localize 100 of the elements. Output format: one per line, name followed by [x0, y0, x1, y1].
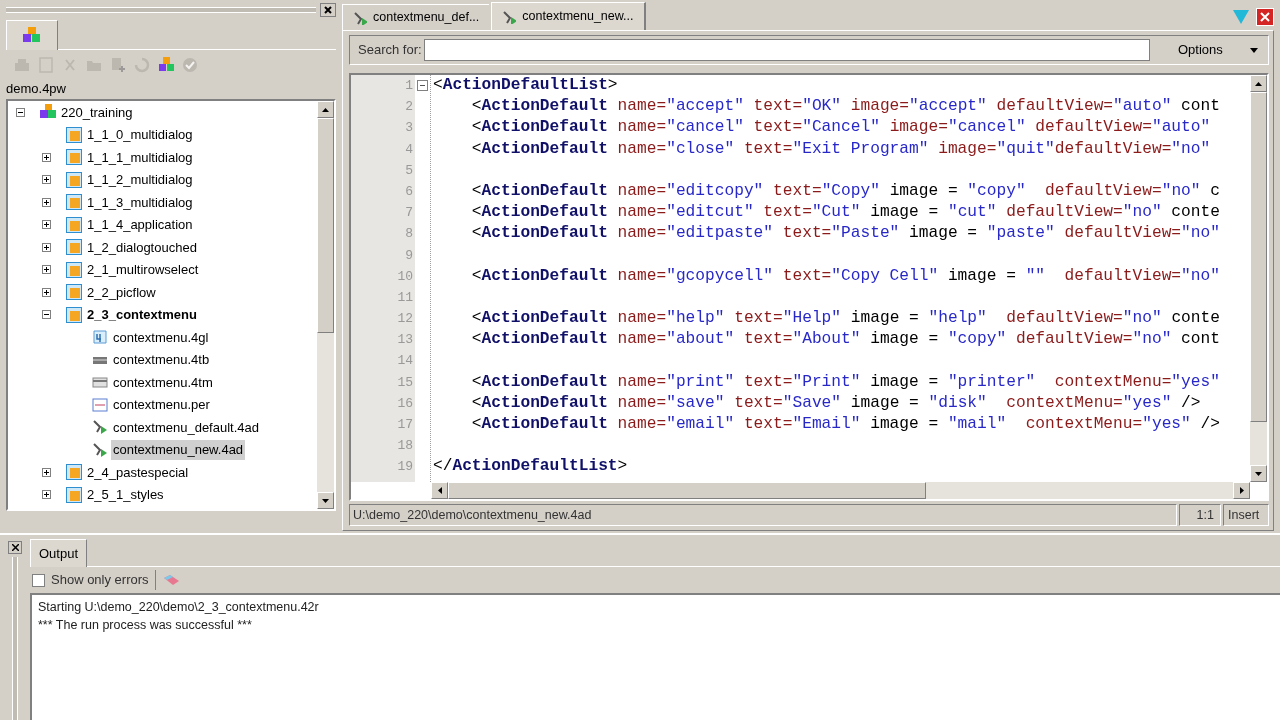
line-number: 9 — [405, 246, 413, 265]
dropdown-icon — [1250, 47, 1258, 53]
tree-item[interactable]: 1_2_dialogtouched — [85, 237, 199, 257]
tree-item[interactable]: 1_1_1_multidialog — [85, 147, 195, 167]
code-line: <ActionDefault name="print" text="Print" image = "printer" contextMenu="yes" — [470, 372, 1220, 391]
search-field[interactable] — [423, 39, 1150, 61]
tree-item[interactable]: 2_3_contextmenu — [85, 305, 199, 325]
line-number: 3 — [405, 119, 413, 138]
horizontal-scrollbar[interactable] — [431, 482, 1250, 499]
code-line: <ActionDefault name="email" text="Email" image = "mail" contextMenu="yes" /> — [470, 415, 1220, 433]
code-line: <ActionDefault name="about" text="About" image = "copy" defaultView="no" cont — [470, 330, 1220, 349]
expand-toggle[interactable] — [42, 220, 51, 230]
scroll-right-button[interactable] — [1233, 482, 1250, 499]
menu-file-icon — [92, 374, 108, 391]
arrow-file-icon — [92, 441, 108, 458]
file-tab[interactable]: contextmenu_def... — [342, 4, 490, 30]
code-editor[interactable] — [349, 73, 1269, 501]
cubes-icon[interactable] — [158, 57, 175, 73]
fold-toggle[interactable] — [417, 80, 428, 91]
scroll-down-button[interactable] — [317, 492, 334, 509]
log-line: *** The run process was successful *** — [38, 617, 252, 634]
folder-icon — [66, 306, 82, 323]
arrow-file-icon — [353, 10, 367, 25]
scroll-thumb[interactable] — [1250, 92, 1267, 422]
tree-item[interactable]: 2_4_pastespecial — [85, 462, 191, 482]
line-number: 17 — [397, 416, 413, 434]
code-line: <ActionDefault name="help" text="Help" image = "help" defaultView="no" conte — [470, 309, 1220, 328]
tree-item[interactable]: 2_2_picflow — [85, 282, 158, 302]
log-line: Starting U:\demo_220\demo\2_3_contextmenu.42r — [38, 599, 319, 616]
line-number: 5 — [405, 161, 413, 180]
scrollbar[interactable] — [317, 101, 334, 509]
scroll-up-button[interactable] — [1250, 75, 1267, 92]
tree-item[interactable]: contextmenu.4tb — [111, 350, 212, 370]
line-number: 16 — [397, 394, 413, 413]
workspace-label: demo.4pw — [6, 80, 67, 98]
up-arrow-icon — [322, 107, 329, 112]
scroll-up-button[interactable] — [317, 101, 334, 118]
code-line: <ActionDefault name="accept" text="OK" image="accept" defaultView="auto" cont — [470, 97, 1220, 116]
form-file-icon — [92, 396, 108, 413]
line-number: 10 — [397, 267, 413, 286]
collapse-toggle[interactable] — [16, 107, 25, 117]
close-button[interactable] — [8, 541, 22, 554]
tree-item[interactable]: 1_1_3_multidialog — [85, 192, 195, 212]
expand-toggle[interactable] — [42, 265, 51, 275]
tree-item[interactable]: 1_1_0_multidialog — [85, 125, 195, 145]
line-number: 14 — [397, 352, 413, 371]
cubes-icon — [22, 26, 42, 45]
down-arrow-icon — [322, 498, 329, 503]
scroll-thumb[interactable] — [317, 118, 334, 333]
folder-icon — [66, 149, 82, 166]
tree-item[interactable]: contextmenu.4tm — [111, 372, 215, 392]
scroll-left-button[interactable] — [431, 482, 448, 499]
close-icon — [324, 6, 332, 14]
tree-item[interactable]: 1_1_4_application — [85, 215, 195, 235]
line-number: 19 — [397, 458, 413, 477]
project-tab[interactable] — [6, 20, 58, 50]
line-number: 6 — [405, 182, 413, 201]
expand-toggle[interactable] — [42, 287, 51, 297]
tree-item[interactable]: contextmenu_new.4ad — [111, 440, 246, 460]
expand-toggle[interactable] — [42, 467, 51, 477]
code-line: <ActionDefault name="editcopy" text="Copy" image = "copy" defaultView="no" c — [470, 181, 1220, 200]
folder-icon — [66, 126, 82, 143]
expand-toggle[interactable] — [42, 242, 51, 252]
code-line: <ActionDefaultList> — [433, 76, 618, 94]
close-button[interactable] — [320, 3, 336, 17]
vertical-scrollbar[interactable] — [1250, 75, 1267, 482]
insert-mode: Insert — [1223, 504, 1269, 526]
checkbox[interactable] — [32, 573, 45, 587]
tree-item[interactable]: 220_training — [59, 102, 135, 122]
tree-item[interactable]: contextmenu_default.4ad — [111, 417, 261, 437]
file-tab[interactable]: contextmenu_new... — [491, 2, 646, 30]
output-tab[interactable]: Output — [30, 539, 88, 567]
tree-item[interactable]: contextmenu.per — [111, 395, 212, 415]
close-icon — [1260, 12, 1270, 22]
code-line: </ActionDefaultList> — [433, 457, 628, 476]
line-number: 11 — [397, 288, 413, 307]
scroll-thumb[interactable] — [448, 482, 926, 499]
folder-icon — [66, 486, 82, 503]
tree-item[interactable]: 2_1_multirowselect — [85, 260, 201, 280]
expand-toggle[interactable] — [42, 490, 51, 500]
close-icon — [11, 544, 19, 551]
tree-item[interactable]: 1_1_2_multidialog — [85, 170, 195, 190]
tree-item[interactable]: 2_5_1_styles — [85, 485, 166, 505]
folder-icon — [66, 194, 82, 211]
expand-toggle[interactable] — [42, 175, 51, 185]
folder-icon — [66, 464, 82, 481]
folder-icon — [66, 171, 82, 188]
code-line: <ActionDefault name="editpaste" text="Paste" image = "paste" defaultView="no" — [470, 224, 1220, 243]
line-number: 15 — [397, 373, 413, 392]
folder-icon — [66, 284, 82, 301]
tree-item[interactable]: contextmenu.4gl — [111, 327, 211, 347]
line-number: 18 — [397, 437, 413, 456]
expand-toggle[interactable] — [42, 197, 51, 207]
down-arrow-icon — [1255, 471, 1262, 476]
line-number: 8 — [405, 225, 413, 244]
code-line: <ActionDefault name="close" text="Exit Program" image="quit"defaultView="no" — [470, 139, 1211, 158]
scroll-down-button[interactable] — [1250, 465, 1267, 482]
expand-toggle[interactable] — [42, 152, 51, 162]
code-line: <ActionDefault name="save" text="Save" image = "disk" contextMenu="yes" /> — [470, 393, 1201, 412]
collapse-toggle[interactable] — [42, 310, 51, 320]
